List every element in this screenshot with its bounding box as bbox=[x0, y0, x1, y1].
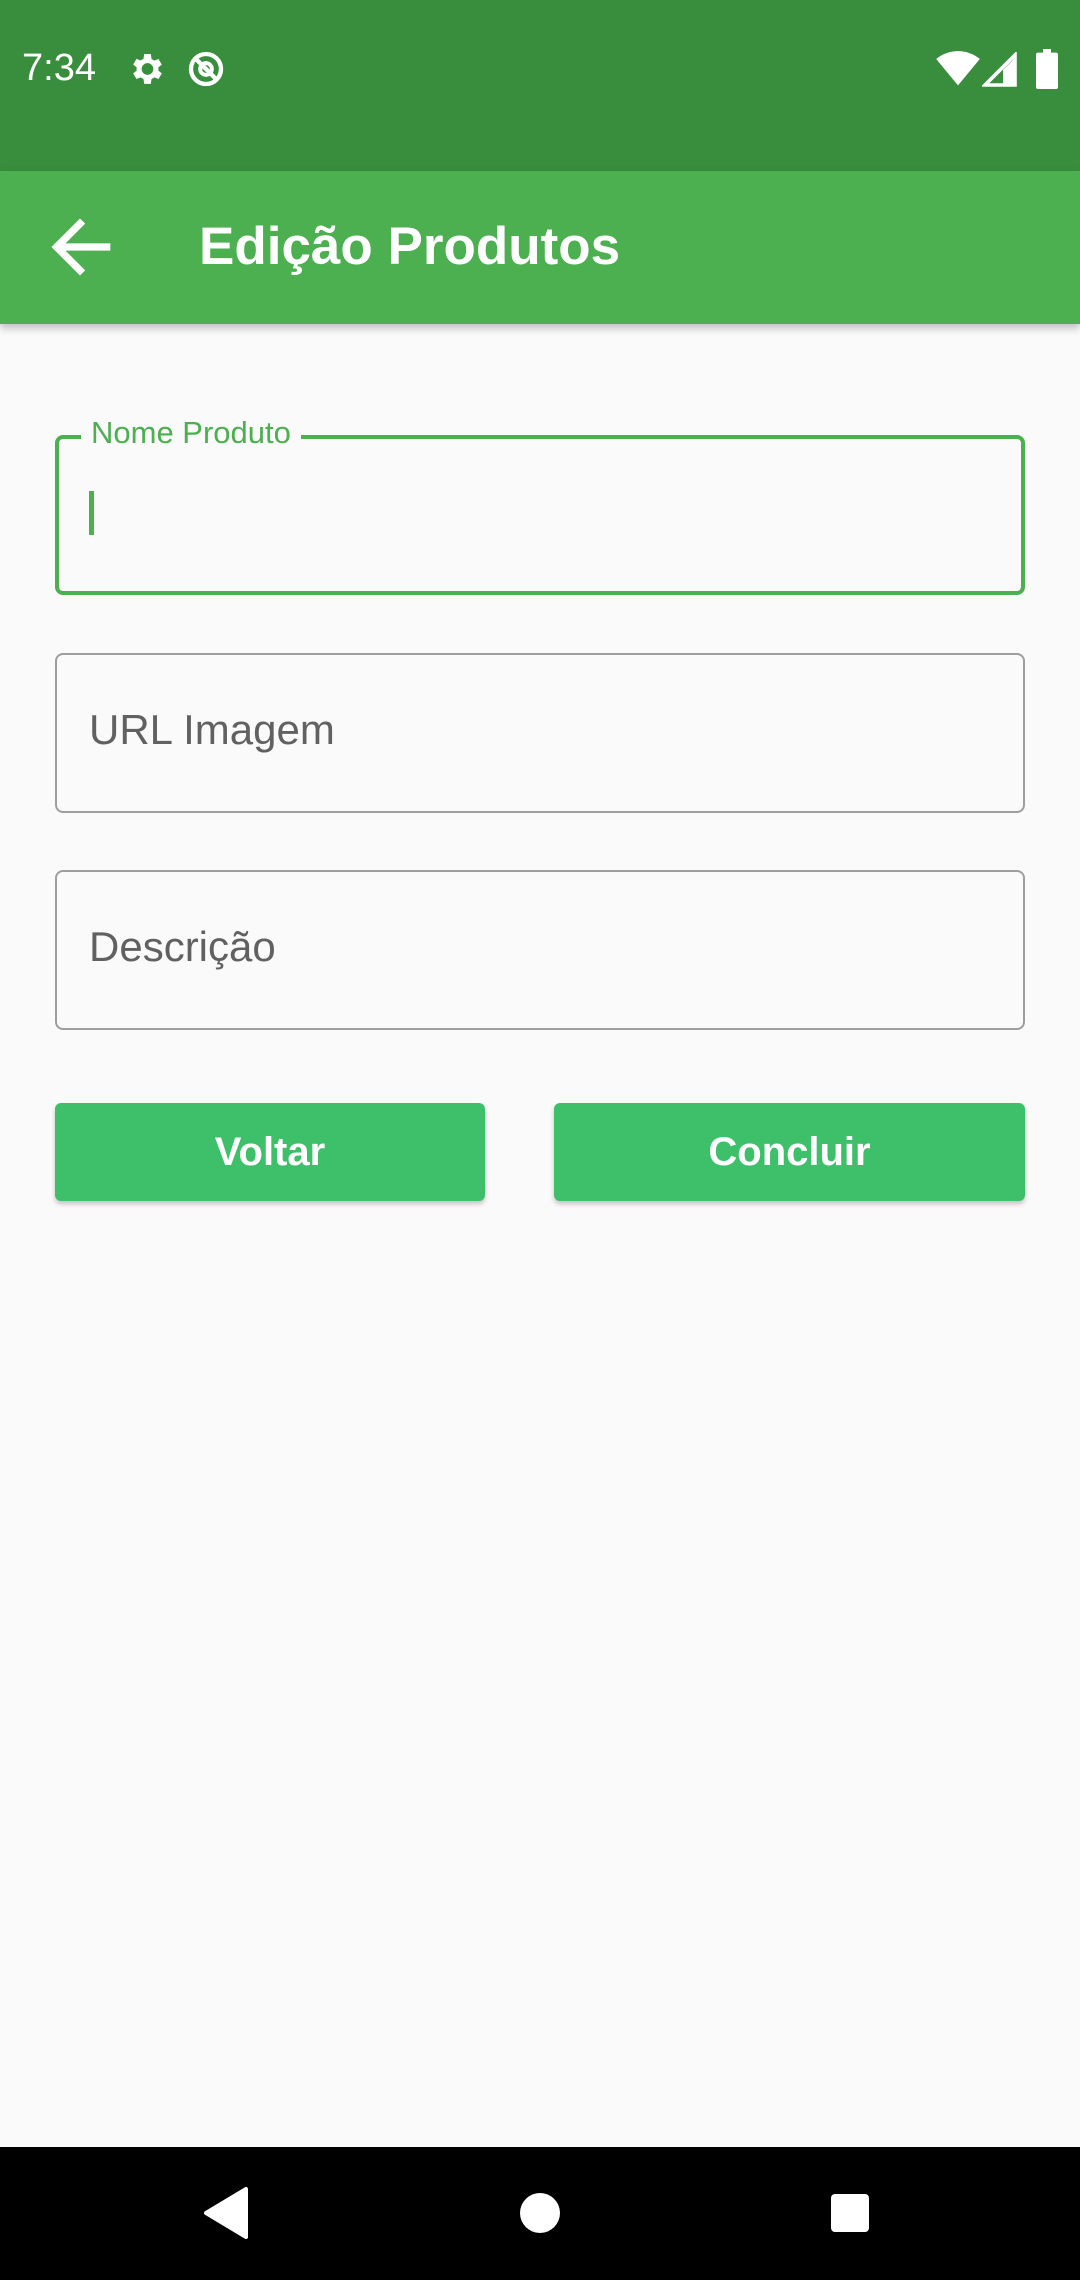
wifi-icon bbox=[936, 49, 980, 89]
nome-produto-label: Nome Produto bbox=[81, 415, 301, 451]
status-bar: 7:34 bbox=[0, 0, 1080, 171]
page-title: Edição Produtos bbox=[199, 217, 621, 276]
arrow-back-icon bbox=[51, 218, 111, 276]
no-sync-icon bbox=[186, 49, 226, 89]
app-bar: Edição Produtos bbox=[0, 171, 1080, 324]
navigation-bar bbox=[0, 2147, 1080, 2280]
status-time: 7:34 bbox=[22, 47, 96, 89]
nav-recents-button[interactable] bbox=[810, 2173, 890, 2253]
nav-home-button[interactable] bbox=[500, 2173, 580, 2253]
url-imagem-label: URL Imagem bbox=[89, 706, 335, 753]
nav-back-button[interactable] bbox=[186, 2173, 266, 2253]
back-triangle-icon bbox=[204, 2187, 248, 2239]
nome-produto-field[interactable]: Nome Produto bbox=[55, 415, 1025, 595]
home-circle-icon bbox=[520, 2193, 560, 2233]
battery-icon bbox=[1036, 49, 1058, 89]
recents-square-icon bbox=[831, 2194, 869, 2232]
url-imagem-field[interactable]: URL Imagem bbox=[55, 653, 1025, 813]
descricao-field[interactable]: Descrição bbox=[55, 870, 1025, 1030]
back-button[interactable] bbox=[40, 207, 120, 287]
gear-icon bbox=[126, 49, 166, 89]
concluir-button[interactable]: Concluir bbox=[554, 1103, 1025, 1201]
text-cursor bbox=[89, 491, 94, 535]
signal-icon bbox=[980, 50, 1018, 88]
voltar-button[interactable]: Voltar bbox=[55, 1103, 485, 1201]
descricao-label: Descrição bbox=[89, 923, 276, 970]
